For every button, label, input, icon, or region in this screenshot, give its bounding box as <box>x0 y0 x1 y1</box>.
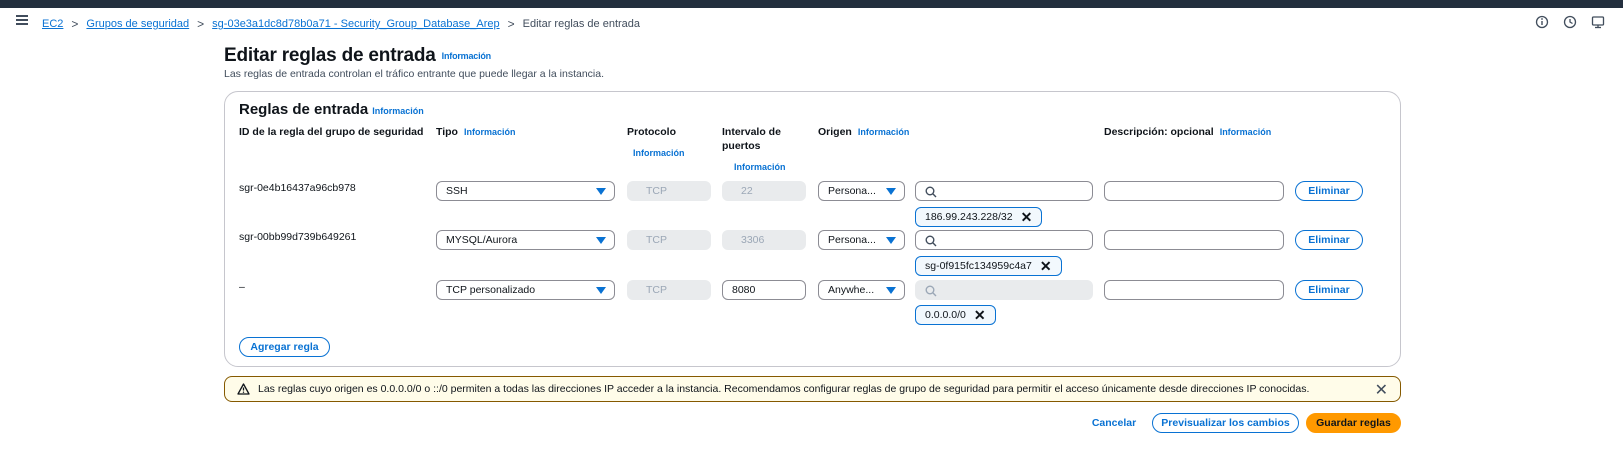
source-token-label: 0.0.0.0/0 <box>925 309 966 321</box>
origin-select[interactable]: Persona... <box>818 181 905 201</box>
description-input[interactable] <box>1104 280 1284 300</box>
port-range-field: 3306 <box>722 230 806 250</box>
breadcrumb-current: Editar reglas de entrada <box>522 18 641 30</box>
chevron-right-icon: > <box>507 17 515 31</box>
close-icon[interactable]: ✕ <box>974 308 986 322</box>
delete-rule-button[interactable]: Eliminar <box>1295 280 1363 300</box>
info-link[interactable]: Información <box>1220 127 1272 137</box>
caret-down-icon <box>596 287 606 294</box>
search-icon <box>925 285 937 297</box>
header-port-range: Intervalo de puertos <box>722 126 781 152</box>
warning-alert: Las reglas cuyo origen es 0.0.0.0/0 o ::… <box>224 376 1401 402</box>
description-input[interactable] <box>1104 230 1284 250</box>
info-link[interactable]: Información <box>464 127 516 137</box>
info-link[interactable]: Información <box>633 148 685 158</box>
protocol-field: TCP <box>627 280 711 300</box>
breadcrumb: EC2 > Grupos de seguridad > sg-03e3a1dc8… <box>42 17 640 31</box>
menu-icon[interactable] <box>16 15 28 25</box>
close-icon[interactable]: ✕ <box>1021 210 1033 224</box>
top-right-tools <box>1535 15 1605 29</box>
rule-id: sgr-0e4b16437a96cb978 <box>239 182 356 194</box>
alert-text: Las reglas cuyo origen es 0.0.0.0/0 o ::… <box>258 383 1310 395</box>
page-title: Editar reglas de entrada Información <box>224 45 491 67</box>
panel-title-text: Reglas de entrada <box>239 101 369 118</box>
description-input[interactable] <box>1104 181 1284 201</box>
type-select[interactable]: TCP personalizado <box>436 280 615 300</box>
source-search-input <box>915 280 1093 300</box>
type-select-value: SSH <box>446 185 468 197</box>
port-range-input[interactable]: 8080 <box>722 280 806 300</box>
header-description: Descripción: opcional Información <box>1104 125 1271 139</box>
header-origin: Origen Información <box>818 125 909 139</box>
header-ports-info: Información <box>728 160 786 174</box>
origin-select-value: Persona... <box>828 234 876 246</box>
protocol-field: TCP <box>627 181 711 201</box>
info-link[interactable]: Información <box>858 127 910 137</box>
breadcrumb-security-group[interactable]: sg-03e3a1dc8d78b0a71 - Security_Group_Da… <box>212 18 499 30</box>
header-origin-label: Origen <box>818 126 852 138</box>
rule-id: – <box>239 281 245 293</box>
add-rule-button[interactable]: Agregar regla <box>239 337 330 357</box>
clock-icon[interactable] <box>1563 15 1577 29</box>
info-circle-icon[interactable] <box>1535 15 1549 29</box>
info-link[interactable]: Información <box>442 51 492 61</box>
preview-changes-button[interactable]: Previsualizar los cambios <box>1152 413 1299 433</box>
caret-down-icon <box>596 237 606 244</box>
origin-select-value: Anywhe... <box>828 284 875 296</box>
header-rule-id: ID de la regla del grupo de seguridad <box>239 126 424 138</box>
search-icon <box>925 235 937 247</box>
close-icon[interactable]: ✕ <box>1040 259 1052 273</box>
caret-down-icon <box>886 188 896 195</box>
source-token-label: sg-0f915fc134959c4a7 <box>925 260 1032 272</box>
delete-rule-button[interactable]: Eliminar <box>1295 181 1363 201</box>
info-link[interactable]: Información <box>372 106 424 116</box>
chevron-right-icon: > <box>71 17 79 31</box>
source-token: 186.99.243.228/32 ✕ <box>915 207 1043 227</box>
type-select[interactable]: MYSQL/Aurora <box>436 230 615 250</box>
info-link[interactable]: Información <box>734 162 786 172</box>
caret-down-icon <box>886 287 896 294</box>
header-protocol-info: Información <box>627 146 685 160</box>
caret-down-icon <box>886 237 896 244</box>
breadcrumb-security-groups[interactable]: Grupos de seguridad <box>86 18 189 30</box>
page-description: Las reglas de entrada controlan el tráfi… <box>224 68 604 80</box>
origin-select-value: Persona... <box>828 185 876 197</box>
save-rules-button[interactable]: Guardar reglas <box>1306 413 1401 433</box>
source-search-input[interactable] <box>915 181 1093 201</box>
header-type: Tipo Información <box>436 125 516 139</box>
origin-select[interactable]: Persona... <box>818 230 905 250</box>
header-description-label: Descripción: opcional <box>1104 126 1214 138</box>
source-search-input[interactable] <box>915 230 1093 250</box>
warning-icon <box>237 383 250 395</box>
caret-down-icon <box>596 188 606 195</box>
origin-select[interactable]: Anywhe... <box>818 280 905 300</box>
port-range-field: 22 <box>722 181 806 201</box>
search-icon <box>925 186 937 198</box>
breadcrumb-ec2[interactable]: EC2 <box>42 18 63 30</box>
top-navigation-strip <box>0 0 1623 8</box>
type-select-value: MYSQL/Aurora <box>446 234 518 246</box>
cancel-button[interactable]: Cancelar <box>1086 413 1142 433</box>
source-token: sg-0f915fc134959c4a7 ✕ <box>915 256 1062 276</box>
type-select-value: TCP personalizado <box>446 284 536 296</box>
header-type-label: Tipo <box>436 126 458 138</box>
source-token: 0.0.0.0/0 ✕ <box>915 305 996 325</box>
header-protocol: Protocolo <box>627 126 676 138</box>
feedback-icon[interactable] <box>1591 15 1605 29</box>
chevron-right-icon: > <box>197 17 205 31</box>
type-select[interactable]: SSH <box>436 181 615 201</box>
panel-title: Reglas de entrada Información <box>239 101 424 118</box>
rule-id: sgr-00bb99d739b649261 <box>239 231 357 243</box>
delete-rule-button[interactable]: Eliminar <box>1295 230 1363 250</box>
page-title-text: Editar reglas de entrada <box>224 45 436 66</box>
close-icon[interactable]: ✕ <box>1375 380 1388 400</box>
source-token-label: 186.99.243.228/32 <box>925 211 1013 223</box>
protocol-field: TCP <box>627 230 711 250</box>
